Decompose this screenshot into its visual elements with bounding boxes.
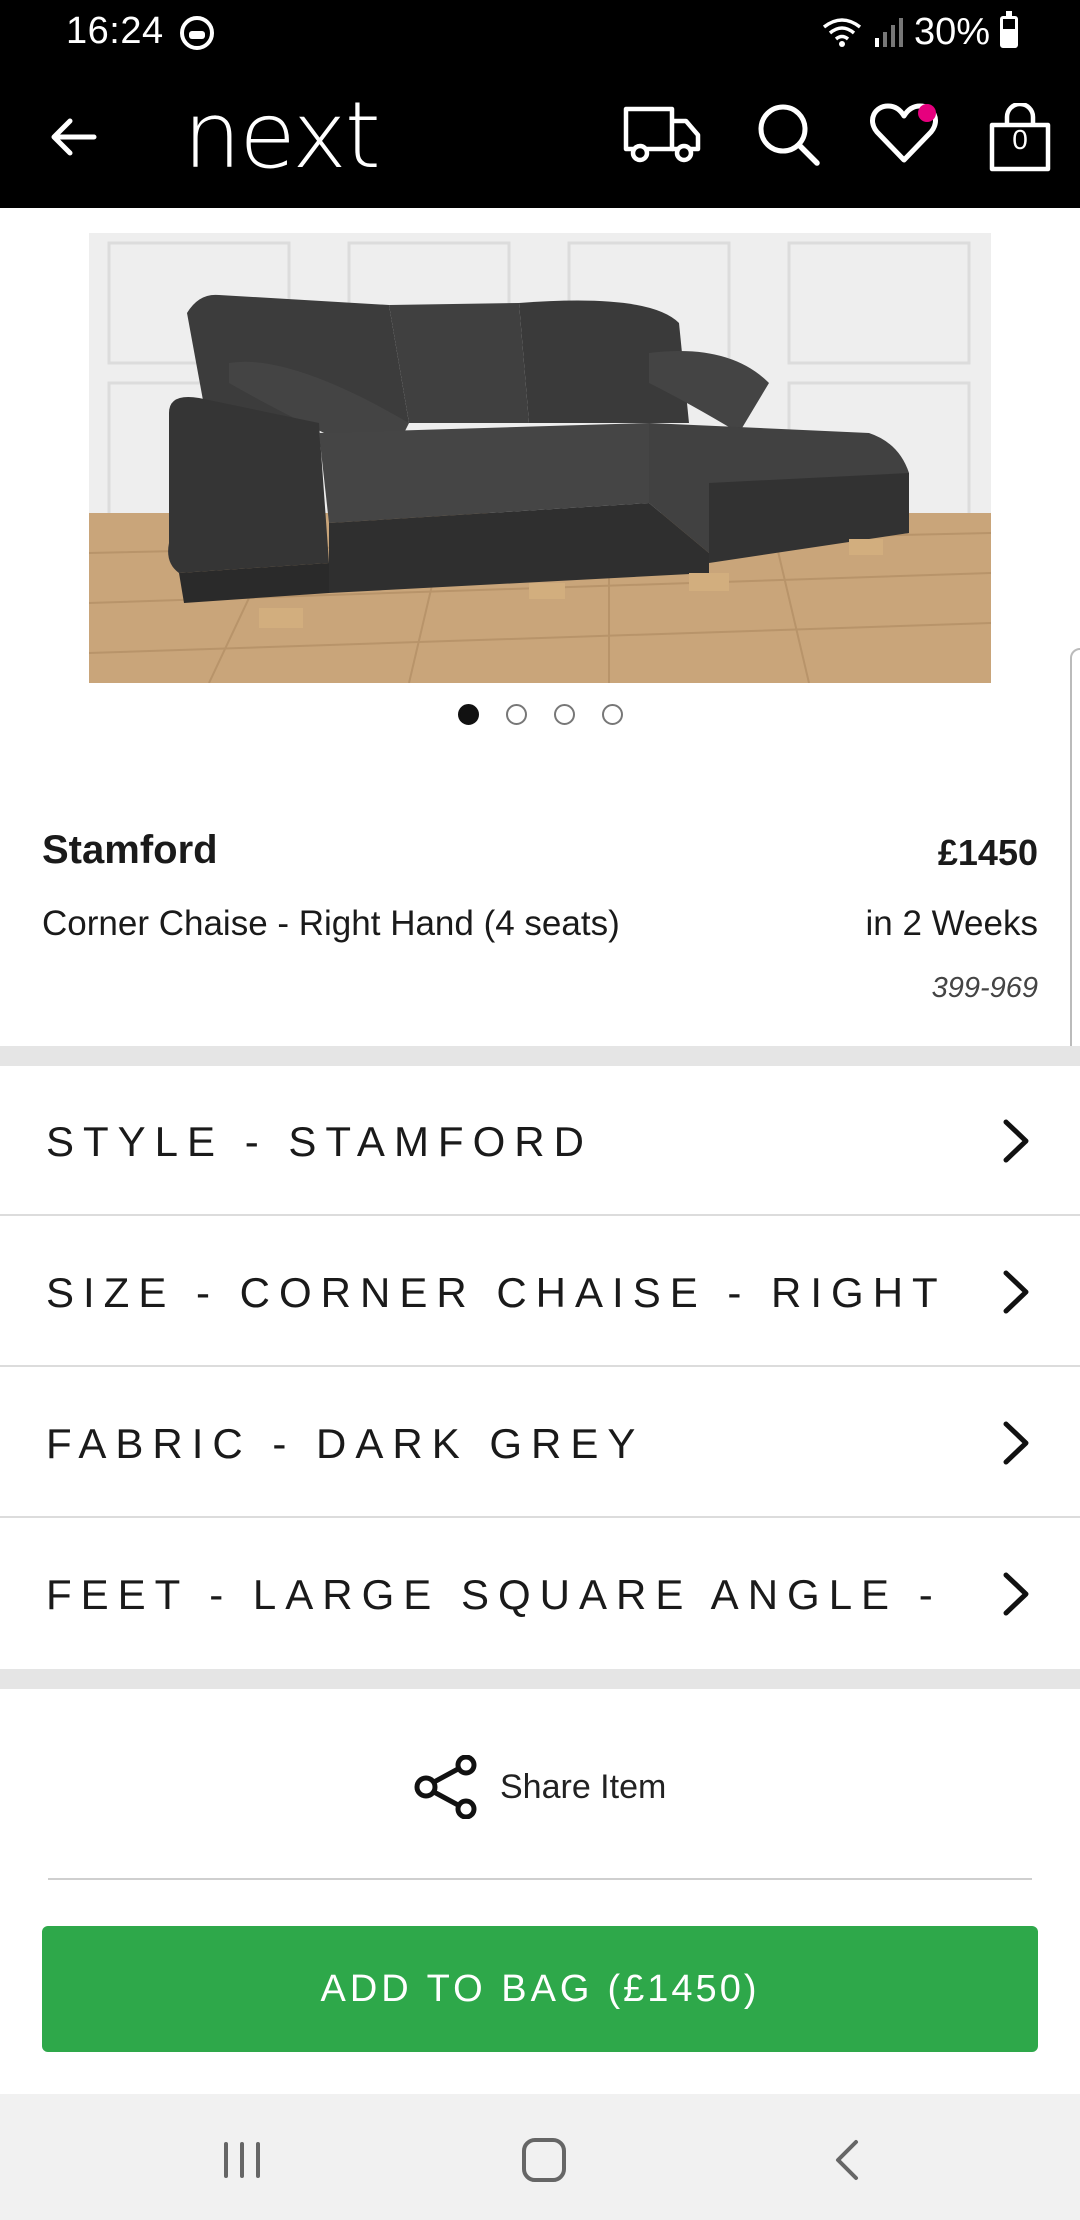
nav-back-icon[interactable] bbox=[820, 2132, 876, 2188]
chevron-right-icon bbox=[1003, 1421, 1029, 1465]
carousel-dot-2[interactable] bbox=[505, 704, 527, 725]
product-price: £1450 bbox=[937, 832, 1038, 873]
status-bar: 16:24 30% bbox=[0, 0, 1080, 64]
status-time: 16:24 bbox=[66, 10, 164, 52]
option-label: FABRIC - DARK GREY bbox=[46, 1420, 645, 1467]
product-code: 399-969 bbox=[931, 972, 1038, 1004]
section-divider-band bbox=[0, 1669, 1080, 1689]
delivery-truck-icon[interactable] bbox=[620, 96, 704, 174]
option-row-style[interactable]: STYLE - STAMFORD bbox=[0, 1066, 1080, 1216]
option-label: SIZE - CORNER CHAISE - RIGHT ... bbox=[46, 1269, 946, 1316]
carousel-dot-1[interactable] bbox=[457, 704, 479, 725]
option-row-size[interactable]: SIZE - CORNER CHAISE - RIGHT ... bbox=[0, 1217, 1080, 1367]
share-item-button[interactable]: Share Item bbox=[412, 1752, 666, 1822]
add-to-bag-price: (£1450) bbox=[607, 1967, 760, 2010]
status-indicators: 30% bbox=[820, 10, 1018, 54]
add-to-bag-label: ADD TO BAG bbox=[320, 1967, 594, 2010]
section-divider-band bbox=[0, 1046, 1080, 1066]
wishlist-badge-dot bbox=[918, 104, 936, 122]
notification-app-icon bbox=[180, 16, 214, 50]
signal-icon bbox=[874, 18, 903, 47]
share-icon bbox=[414, 1755, 477, 1819]
image-carousel-dots bbox=[0, 704, 1080, 725]
app-header: next 0 bbox=[0, 64, 1080, 208]
side-panel-handle[interactable] bbox=[1070, 648, 1080, 1058]
chevron-right-icon bbox=[1003, 1119, 1029, 1163]
home-icon[interactable] bbox=[516, 2132, 572, 2188]
chevron-right-icon bbox=[1003, 1572, 1029, 1616]
option-row-fabric[interactable]: FABRIC - DARK GREY bbox=[0, 1368, 1080, 1518]
option-label: STYLE - STAMFORD bbox=[46, 1118, 593, 1165]
product-variant: Corner Chaise - Right Hand (4 seats) bbox=[42, 904, 620, 943]
option-label: FEET - LARGE SQUARE ANGLE - ... bbox=[46, 1571, 946, 1618]
recent-apps-icon[interactable] bbox=[212, 2136, 272, 2184]
back-arrow-icon[interactable] bbox=[40, 104, 106, 170]
add-to-bag-button[interactable]: ADD TO BAG (£1450) bbox=[42, 1926, 1038, 2052]
delivery-estimate: in 2 Weeks bbox=[865, 904, 1039, 943]
brand-logo[interactable]: next bbox=[183, 82, 381, 189]
option-row-feet[interactable]: FEET - LARGE SQUARE ANGLE - ... bbox=[0, 1519, 1080, 1669]
divider bbox=[48, 1878, 1032, 1880]
carousel-dot-3[interactable] bbox=[553, 704, 575, 725]
bag-count: 0 bbox=[1012, 124, 1028, 155]
carousel-dot-4[interactable] bbox=[601, 704, 623, 725]
product-name: Stamford bbox=[42, 828, 218, 872]
battery-percent: 30% bbox=[913, 10, 990, 53]
search-icon[interactable] bbox=[752, 98, 824, 170]
product-image-sofa[interactable] bbox=[89, 233, 991, 683]
battery-icon bbox=[1000, 11, 1018, 48]
chevron-right-icon bbox=[1003, 1270, 1029, 1314]
wifi-icon bbox=[822, 18, 862, 47]
share-item-label: Share Item bbox=[500, 1767, 667, 1806]
system-navigation-bar bbox=[0, 2094, 1080, 2220]
